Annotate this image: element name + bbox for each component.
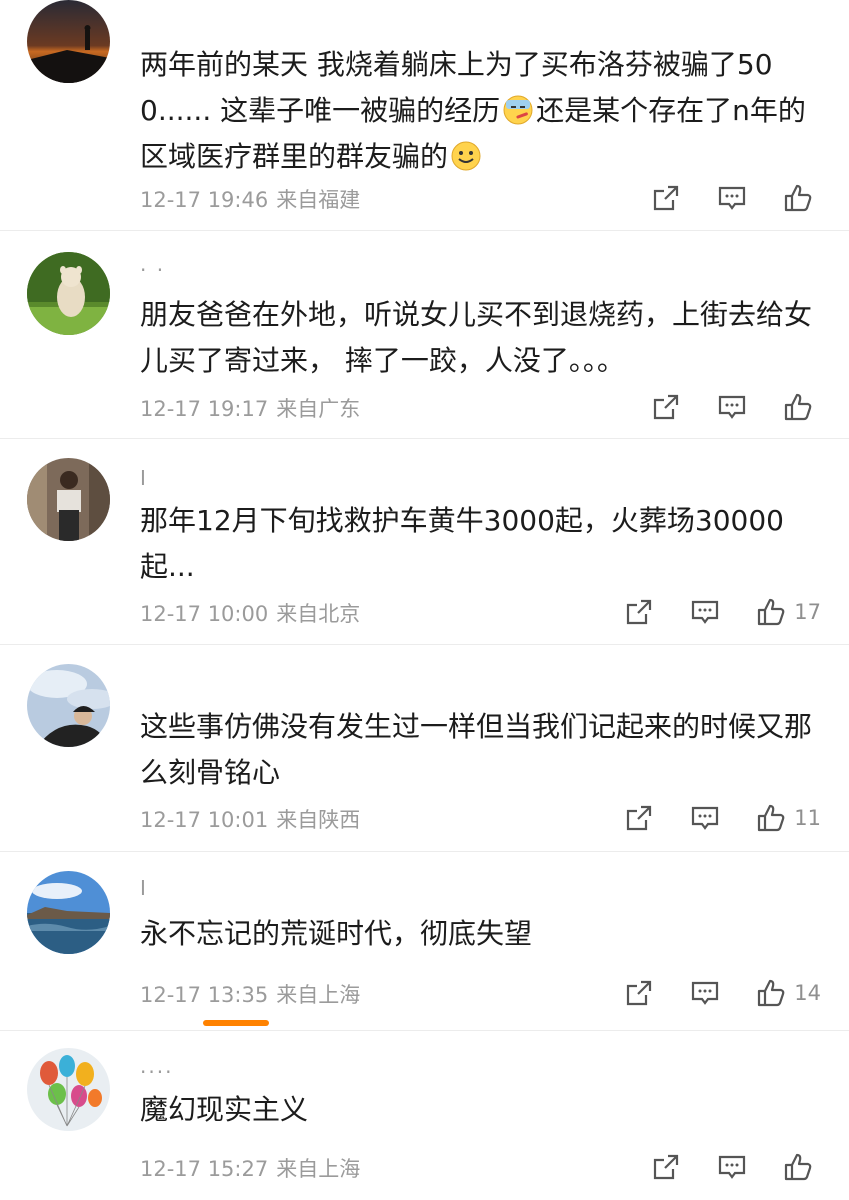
reply-button[interactable] (717, 392, 747, 422)
comment-meta: 12-17 19:17 来自广东 (140, 393, 368, 423)
seascape-avatar-image (27, 871, 110, 954)
like-button[interactable]: 11 (756, 803, 821, 833)
timestamp: 12-17 10:00 (140, 602, 269, 626)
user-avatar[interactable] (27, 871, 110, 954)
comment-actions (615, 178, 821, 218)
username[interactable]: .... (140, 1054, 173, 1078)
divider (0, 851, 849, 852)
timestamp: 12-17 15:27 (140, 1157, 269, 1181)
forest-figure-avatar-image (27, 252, 110, 335)
sky-selfie-avatar-image (27, 664, 110, 747)
comment-meta: 12-17 10:00 来自北京 (140, 598, 368, 628)
comment-meta: 12-17 15:27 来自上海 (140, 1153, 368, 1183)
comment-actions: 14 (588, 973, 821, 1013)
like-button[interactable] (783, 183, 821, 213)
thumbs-up-icon (784, 184, 812, 212)
comment-text: 那年12月下旬找救护车黄牛3000起，火葬场30000起... (140, 504, 784, 583)
user-avatar[interactable] (27, 252, 110, 335)
comment-actions: 11 (588, 798, 821, 838)
comment-text: 永不忘记的荒诞时代，彻底失望 (140, 917, 533, 950)
location: 来自广东 (276, 397, 361, 421)
user-avatar[interactable] (27, 1048, 110, 1131)
like-count: 14 (794, 981, 821, 1005)
comment-text: 这些事仿佛没有发生过一样但当我们记起来的时候又那么刻骨铭心 (140, 710, 813, 789)
reply-button[interactable] (690, 597, 720, 627)
sick-face-emoji-icon (503, 95, 533, 125)
comment-icon (718, 186, 746, 210)
comment-meta: 12-17 13:35 来自上海 (140, 979, 368, 1009)
thumbs-up-icon (758, 804, 785, 832)
balloons-avatar-image (27, 1048, 110, 1131)
share-button[interactable] (624, 803, 654, 833)
comment-icon (692, 806, 719, 830)
thumbs-up-icon (758, 979, 785, 1007)
timestamp: 12-17 13:35 (140, 983, 269, 1007)
location: 来自上海 (276, 1157, 361, 1181)
timestamp: 12-17 19:46 (140, 188, 269, 212)
like-button[interactable] (783, 1152, 821, 1182)
share-icon (653, 394, 679, 420)
share-icon (627, 599, 652, 625)
comment-meta: 12-17 19:46 来自福建 (140, 184, 368, 214)
username[interactable]: · · (140, 258, 165, 282)
location: 来自福建 (276, 188, 361, 212)
scroll-indicator (203, 1020, 269, 1026)
comment-text: 魔幻现实主义 (140, 1093, 309, 1126)
comment-text: 朋友爸爸在外地，听说女儿买不到退烧药，上街去给女儿买了寄过来， 摔了一跤，人没了… (140, 298, 813, 377)
comment-actions (615, 387, 821, 427)
divider (0, 230, 849, 231)
share-icon (627, 805, 652, 831)
reply-button[interactable] (717, 183, 747, 213)
user-avatar[interactable] (27, 458, 110, 541)
divider (0, 1030, 849, 1031)
smile-emoji-icon (451, 141, 481, 171)
user-avatar[interactable] (27, 664, 110, 747)
divider (0, 644, 849, 645)
share-button[interactable] (651, 1152, 681, 1182)
share-icon (653, 185, 679, 211)
thumbs-up-icon (784, 393, 812, 421)
child-photo-avatar-image (27, 458, 110, 541)
timestamp: 12-17 10:01 (140, 808, 269, 832)
comment-icon (692, 600, 719, 624)
like-count: 17 (794, 600, 821, 624)
comment-text: 两年前的某天 我烧着躺床上为了买布洛芬被骗了500...... 这辈子唯一被骗的… (140, 48, 806, 173)
location: 来自陕西 (276, 808, 361, 832)
share-icon (653, 1154, 679, 1180)
username[interactable]: I (140, 466, 148, 490)
like-button[interactable]: 17 (756, 597, 821, 627)
reply-button[interactable] (690, 803, 720, 833)
sunset-avatar-image (27, 0, 110, 83)
comment-actions: 17 (588, 592, 821, 632)
comment-icon (718, 1155, 746, 1179)
share-button[interactable] (651, 183, 681, 213)
username[interactable]: I (140, 876, 148, 900)
share-icon (627, 980, 652, 1006)
reply-button[interactable] (690, 978, 720, 1008)
like-button[interactable] (783, 392, 821, 422)
location: 来自上海 (276, 983, 361, 1007)
timestamp: 12-17 19:17 (140, 397, 269, 421)
share-button[interactable] (651, 392, 681, 422)
location: 来自北京 (276, 602, 361, 626)
like-count: 11 (794, 806, 821, 830)
share-button[interactable] (624, 597, 654, 627)
divider (0, 438, 849, 439)
comment-meta: 12-17 10:01 来自陕西 (140, 804, 368, 834)
comment-icon (692, 981, 719, 1005)
share-button[interactable] (624, 978, 654, 1008)
thumbs-up-icon (784, 1153, 812, 1181)
like-button[interactable]: 14 (756, 978, 821, 1008)
reply-button[interactable] (717, 1152, 747, 1182)
thumbs-up-icon (758, 598, 785, 626)
comment-icon (718, 395, 746, 419)
user-avatar[interactable] (27, 0, 110, 83)
comment-actions (615, 1147, 821, 1187)
